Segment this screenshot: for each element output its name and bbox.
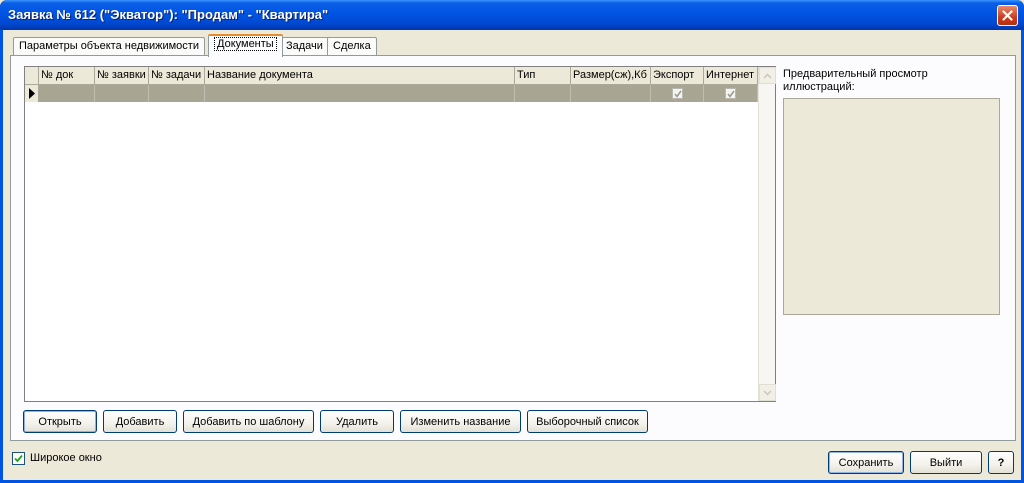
rename-button[interactable]: Изменить название [400,410,521,433]
internet-checkbox[interactable] [725,88,736,99]
export-checkbox[interactable] [672,88,683,99]
preview-image-area [783,98,1000,315]
grid-header: № док № заявки № задачи Название докумен… [25,67,758,85]
help-button-label: ? [997,456,1005,469]
exit-button-label: Выйти [929,456,963,469]
cell-export[interactable] [651,85,704,102]
tab-label: Параметры объекта недвижимости [19,40,199,52]
cell-doc-name[interactable] [205,85,515,102]
table-row[interactable] [25,85,758,102]
cell-doc-no[interactable] [39,85,95,102]
scroll-down-icon [763,389,772,396]
open-button-label: Открыть [38,415,82,428]
tab-label: Сделка [333,40,371,52]
scroll-down-button[interactable] [759,384,776,401]
open-button[interactable]: Открыть [23,410,97,433]
exit-button[interactable]: Выйти [910,451,982,474]
close-button[interactable] [997,5,1018,26]
add-button-label: Добавить [115,415,165,428]
row-pointer-icon [28,88,35,99]
tab-documents[interactable]: Документы [208,34,283,57]
tab-label: Задачи [286,40,323,52]
cell-type[interactable] [515,85,571,102]
tab-tasks[interactable]: Задачи [280,37,329,56]
cell-request-no[interactable] [95,85,149,102]
delete-button-label: Удалить [336,415,378,428]
column-header-internet[interactable]: Интернет [704,67,758,85]
header-indicator-cell [25,67,39,85]
title-bar[interactable]: Заявка № 612 ("Экватор"): "Продам" - "Кв… [0,0,1024,30]
add-by-template-label: Добавить по шаблону [192,415,305,428]
tab-deal[interactable]: Сделка [327,37,377,56]
help-button[interactable]: ? [988,451,1014,474]
grid-vertical-scrollbar[interactable] [758,67,776,401]
documents-grid[interactable]: № док № заявки № задачи Название докумен… [24,66,776,402]
column-header-doc-name[interactable]: Название документа [205,67,515,85]
wide-window-label[interactable]: Широкое окно [30,452,102,465]
cell-size[interactable] [571,85,651,102]
cell-task-no[interactable] [149,85,205,102]
checkmark-icon [673,90,682,98]
rename-button-label: Изменить название [410,415,511,428]
selection-list-label: Выборочный список [536,415,639,428]
scroll-up-icon [763,72,772,79]
add-by-template-button[interactable]: Добавить по шаблону [183,410,314,433]
delete-button[interactable]: Удалить [320,410,394,433]
checkmark-icon [726,90,735,98]
save-button-label: Сохранить [838,456,894,469]
column-header-size[interactable]: Размер(сж),Кб [571,67,651,85]
save-button[interactable]: Сохранить [828,451,904,474]
preview-label: Предварительный просмотр иллюстраций: [783,68,928,93]
window-title: Заявка № 612 ("Экватор"): "Продам" - "Кв… [8,7,329,22]
column-header-export[interactable]: Экспорт [651,67,704,85]
checkmark-icon [14,454,23,463]
cell-internet[interactable] [704,85,758,102]
row-indicator [25,85,39,102]
tab-label: Документы [214,37,277,51]
column-header-request-no[interactable]: № заявки [95,67,149,85]
column-header-type[interactable]: Тип [515,67,571,85]
add-button[interactable]: Добавить [103,410,177,433]
column-header-doc-no[interactable]: № док [39,67,95,85]
column-header-task-no[interactable]: № задачи [149,67,205,85]
wide-window-checkbox[interactable] [12,452,25,465]
close-icon [1002,10,1013,21]
tab-object-params[interactable]: Параметры объекта недвижимости [13,37,205,56]
selection-list-button[interactable]: Выборочный список [527,410,648,433]
scroll-up-button[interactable] [759,67,776,84]
